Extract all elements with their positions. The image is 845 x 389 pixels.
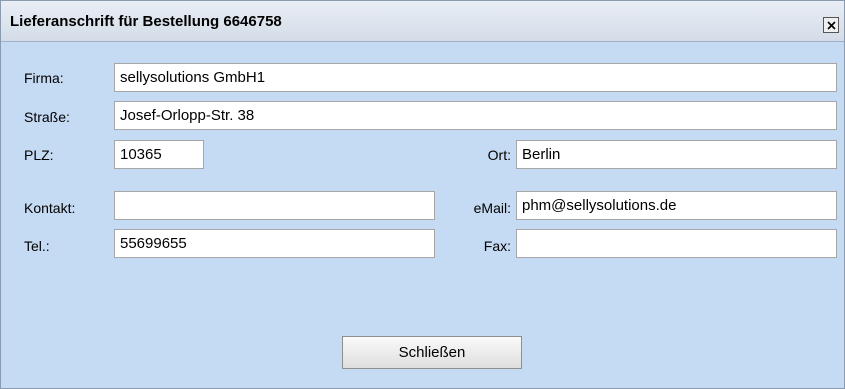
strasse-label: Straße: bbox=[24, 109, 70, 125]
delivery-address-dialog: Lieferanschrift für Bestellung 6646758 F… bbox=[0, 0, 845, 389]
ort-label: Ort: bbox=[487, 147, 511, 163]
dialog-titlebar[interactable]: Lieferanschrift für Bestellung 6646758 bbox=[1, 1, 844, 42]
close-icon[interactable] bbox=[823, 17, 839, 33]
plz-label: PLZ: bbox=[24, 147, 54, 163]
close-x-glyph bbox=[827, 21, 836, 30]
ort-field[interactable] bbox=[516, 140, 837, 169]
kontakt-label: Kontakt: bbox=[24, 200, 76, 216]
firma-field[interactable] bbox=[114, 63, 837, 92]
tel-label: Tel.: bbox=[24, 238, 50, 254]
firma-label: Firma: bbox=[24, 70, 64, 86]
tel-field[interactable] bbox=[114, 229, 435, 258]
close-dialog-button[interactable]: Schließen bbox=[342, 336, 522, 369]
strasse-field[interactable] bbox=[114, 101, 837, 130]
dialog-title: Lieferanschrift für Bestellung 6646758 bbox=[10, 13, 282, 30]
email-label: eMail: bbox=[473, 200, 511, 216]
kontakt-field[interactable] bbox=[114, 191, 435, 220]
plz-field[interactable] bbox=[114, 140, 204, 169]
fax-field[interactable] bbox=[516, 229, 837, 258]
email-field[interactable] bbox=[516, 191, 837, 220]
fax-label: Fax: bbox=[483, 238, 511, 254]
